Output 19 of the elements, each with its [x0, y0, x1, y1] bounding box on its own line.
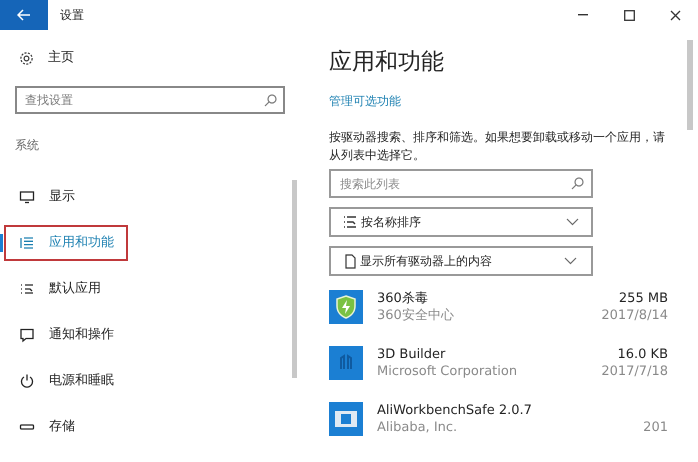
nav-item[interactable]: 默认应用 [4, 271, 115, 307]
window-title: 设置 [60, 7, 84, 24]
nav-item[interactable]: 存储 [4, 409, 89, 445]
nav-item[interactable]: 通知和操作 [4, 317, 128, 353]
sort-dropdown[interactable]: 按名称排序 [329, 207, 593, 237]
filter-dropdown[interactable]: 显示所有驱动器上的内容 [329, 246, 593, 276]
app-row[interactable]: 3D Builder Microsoft Corporation 16.0 KB 2017/7/18 [329, 346, 668, 380]
app-row[interactable]: AliWorkbenchSafe 2.0.7 Alibaba, Inc. 201 [329, 402, 668, 436]
home-link[interactable]: 主页 [48, 48, 74, 68]
page-title: 应用和功能 [329, 48, 445, 77]
manage-features-link[interactable]: 管理可选功能 [329, 92, 668, 110]
nav-item[interactable]: 电源和睡眠 [4, 363, 128, 399]
list-search-field[interactable]: 搜索此列表 [329, 169, 593, 198]
nav-item[interactable]: 应用和功能 [4, 225, 128, 261]
app-row[interactable]: 360杀毒 360安全中心 255 MB 2017/8/14 [329, 290, 668, 324]
section-heading: 系统 [15, 137, 40, 154]
description-text: 按驱动器搜索、排序和筛选。如果想要卸载或移动一个应用，请从列表中选择它。 [329, 129, 666, 164]
nav-item[interactable]: 显示 [4, 179, 89, 215]
search-field[interactable]: 查找设置 [15, 86, 285, 114]
